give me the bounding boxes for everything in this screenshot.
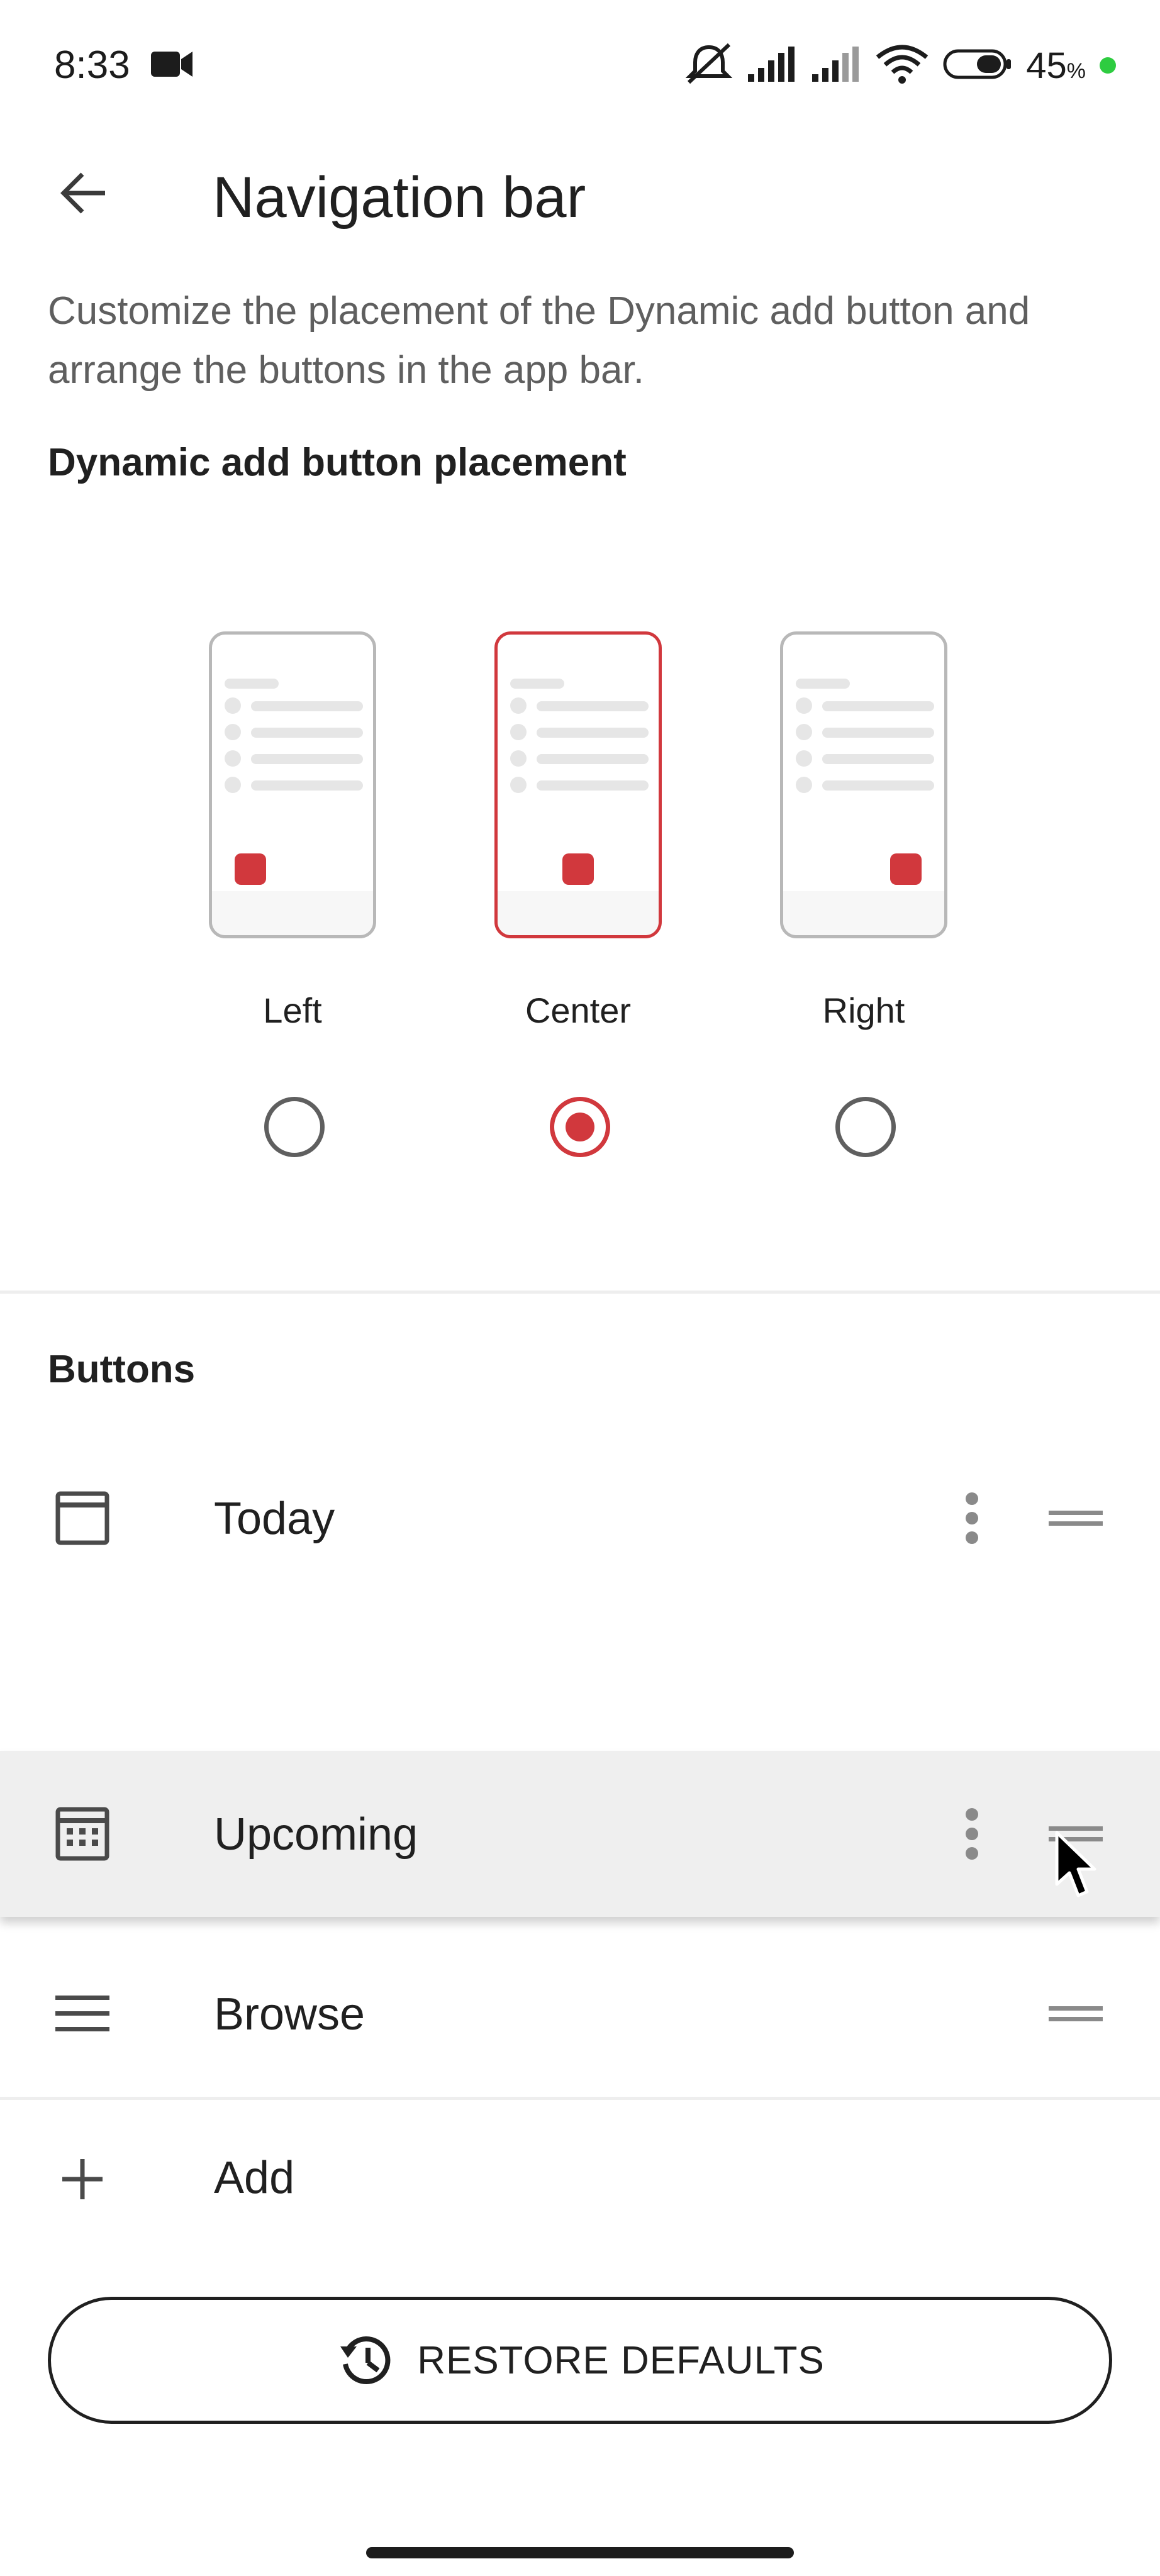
list-item-today[interactable]: Today — [0, 1436, 1160, 1600]
arrow-left-icon — [60, 172, 105, 214]
more-vert-icon — [966, 1808, 978, 1860]
history-icon — [340, 2336, 391, 2385]
mouse-cursor-icon — [1054, 1830, 1098, 1902]
list-item-label: Upcoming — [214, 1809, 418, 1860]
mute-icon — [685, 42, 733, 89]
drag-handle-icon — [1049, 2006, 1103, 2021]
placement-radio-center[interactable] — [550, 1097, 610, 1157]
status-icons: 45% — [685, 40, 1116, 91]
more-options-button[interactable] — [950, 1799, 994, 1868]
video-camera-icon — [150, 48, 194, 84]
add-button-marker — [890, 853, 922, 885]
placement-label-right: Right — [822, 991, 905, 1030]
placement-radio-right[interactable] — [835, 1097, 896, 1157]
list-item-label: Today — [214, 1494, 335, 1544]
list-item-label: Add — [214, 2153, 295, 2203]
drag-handle[interactable] — [1044, 1979, 1107, 2048]
home-indicator[interactable] — [366, 2547, 794, 2558]
menu-icon — [48, 1979, 117, 2048]
battery-percent: 45% — [1026, 45, 1086, 86]
add-button-marker — [562, 853, 594, 885]
list-item-label: Browse — [214, 1989, 365, 2040]
wifi-icon — [875, 43, 929, 88]
battery-charging-dot — [1100, 57, 1116, 74]
plus-icon — [48, 2145, 117, 2214]
drag-handle[interactable] — [1044, 1484, 1107, 1553]
status-bar: 8:33 45% — [0, 0, 1160, 132]
section-divider — [0, 1291, 1160, 1294]
signal-icon — [747, 45, 797, 86]
more-vert-icon — [966, 1492, 978, 1544]
page-title: Navigation bar — [213, 165, 586, 230]
list-item-upcoming[interactable]: Upcoming — [0, 1751, 1160, 1917]
restore-defaults-label: RESTORE DEFAULTS — [417, 2338, 825, 2382]
back-button[interactable] — [49, 158, 118, 228]
calendar-grid-icon — [48, 1799, 117, 1868]
more-options-button[interactable] — [950, 1484, 994, 1553]
buttons-heading: Buttons — [48, 1348, 196, 1391]
signal-icon — [811, 45, 861, 86]
placement-label-center: Center — [525, 991, 632, 1030]
battery-icon — [943, 48, 1012, 84]
placement-preview-center[interactable] — [494, 631, 662, 938]
add-button-marker — [235, 853, 266, 885]
list-divider — [0, 2097, 1160, 2100]
add-button-row[interactable]: Add — [0, 2101, 1160, 2264]
placement-radio-left[interactable] — [264, 1097, 325, 1157]
placement-preview-right[interactable] — [780, 631, 947, 938]
drag-handle-icon — [1049, 1511, 1103, 1526]
placement-preview-left[interactable] — [209, 631, 376, 938]
status-time: 8:33 — [54, 43, 130, 87]
page-description: Customize the placement of the Dynamic a… — [48, 289, 1030, 392]
placement-label-left: Left — [263, 991, 322, 1030]
restore-defaults-button[interactable]: RESTORE DEFAULTS — [48, 2297, 1112, 2424]
list-item-browse[interactable]: Browse — [0, 1932, 1160, 2096]
placement-heading: Dynamic add button placement — [48, 441, 627, 484]
calendar-today-icon — [48, 1484, 117, 1553]
